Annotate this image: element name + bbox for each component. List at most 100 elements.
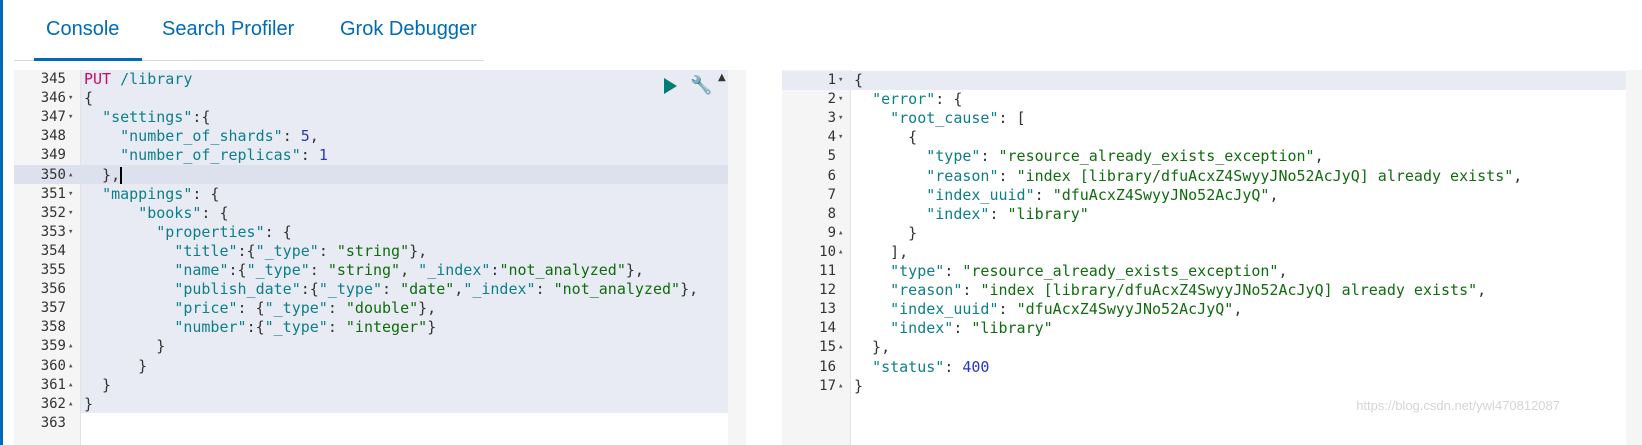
text-cursor (120, 166, 123, 184)
fold-open-icon[interactable]: ▾ (838, 109, 843, 128)
fold-open-icon[interactable]: ▾ (68, 223, 73, 242)
code-text: "root_cause": [ (890, 109, 1026, 128)
line-number: 345 (40, 71, 66, 87)
tab-grok-debugger[interactable]: Grok Debugger (340, 18, 477, 58)
code-text: } (84, 356, 148, 375)
code-text: "books": { (138, 203, 229, 222)
code-text: } (84, 394, 94, 413)
fold-close-icon[interactable]: ▴ (68, 357, 73, 376)
code-text: "index": "library" (890, 319, 1053, 338)
fold-close-icon[interactable]: ▴ (838, 243, 843, 262)
fold-close-icon[interactable]: ▴ (68, 166, 73, 185)
line-number: 9 (827, 224, 836, 241)
fold-open-icon[interactable]: ▾ (838, 128, 843, 147)
pane-resizer[interactable] (728, 70, 746, 445)
wrench-icon[interactable]: 🔧 (690, 75, 712, 96)
code-text: { (84, 89, 94, 108)
code-text: "type": "resource_already_exists_excepti… (926, 147, 1324, 166)
line-number: 350 (40, 166, 66, 183)
line-number: 13 (819, 301, 836, 318)
code-text: } (84, 375, 112, 394)
code-text: "index_uuid": "dfuAcxZ4SwyyJNo52AcJyQ", (926, 185, 1279, 204)
line-number: 3 (827, 110, 836, 127)
code-text: { (854, 128, 918, 147)
tab-search-profiler[interactable]: Search Profiler (162, 18, 294, 58)
line-number: 358 (40, 319, 66, 336)
line-number: 361 (40, 376, 66, 393)
line-number: 2 (827, 91, 836, 108)
fold-close-icon[interactable]: ▴ (68, 395, 73, 414)
line-number: 4 (827, 129, 836, 146)
code-text: { (854, 71, 864, 89)
request-active-line (14, 165, 739, 184)
play-icon[interactable] (664, 78, 677, 94)
code-text: "number_of_shards": 5, (120, 127, 319, 146)
fold-close-icon[interactable]: ▴ (838, 338, 843, 357)
line-number: 349 (40, 147, 66, 164)
code-text: "publish_date":{"_type": "date","_index"… (174, 280, 699, 299)
code-text: "settings":{ (102, 108, 211, 127)
fold-close-icon[interactable]: ▴ (838, 224, 843, 243)
code-text: "index_uuid": "dfuAcxZ4SwyyJNo52AcJyQ", (890, 300, 1243, 319)
code-text: "status": 400 (872, 357, 990, 376)
code-text: ], (854, 242, 909, 261)
line-number: 356 (40, 281, 66, 298)
line-number: 1 (827, 72, 836, 88)
line-number: 351 (40, 185, 66, 202)
line-number: 363 (40, 414, 66, 431)
line-number: 346 (40, 90, 66, 107)
line-number: 7 (827, 186, 836, 203)
fold-open-icon[interactable]: ▾ (68, 185, 73, 204)
line-number: 362 (40, 395, 66, 412)
line-number: 6 (827, 167, 836, 184)
line-number: 5 (827, 148, 836, 165)
tab-console[interactable]: Console (34, 18, 142, 61)
response-viewer[interactable]: 1 ▾{2 ▾ "error": {3 ▾ "root_cause": [4 ▾ {5 … (782, 70, 1642, 445)
code-text: "number":{"_type": "integer"} (174, 318, 437, 337)
line-number: 16 (819, 358, 836, 375)
response-scrollbar[interactable] (1626, 70, 1642, 445)
code-text: "price": {"_type": "double"}, (174, 299, 437, 318)
response-active-line (782, 71, 1642, 90)
fold-open-icon[interactable]: ▾ (838, 71, 843, 90)
code-text: "mappings": { (102, 184, 220, 203)
line-number: 354 (40, 242, 66, 259)
dev-tools-tabs: Console Search Profiler Grok Debugger (14, 0, 484, 61)
code-text: }, (84, 165, 123, 184)
line-number: 355 (40, 262, 66, 278)
line-number: 17 (819, 377, 836, 394)
fold-open-icon[interactable]: ▾ (838, 90, 843, 109)
line-number: 8 (827, 205, 836, 222)
line-number: 347 (40, 109, 66, 126)
scroll-up-icon[interactable]: ▲ (718, 72, 726, 83)
code-text: "title":{"_type": "string"}, (174, 241, 428, 260)
code-text: "properties": { (156, 222, 292, 241)
code-text: "name":{"_type": "string", "_index":"not… (174, 261, 644, 279)
fold-open-icon[interactable]: ▾ (68, 108, 73, 127)
request-editor[interactable]: 345 PUT /library 346 ▾{347 ▾ "settings":{348… (14, 70, 752, 445)
line-number: 352 (40, 204, 66, 221)
code-text: } (854, 376, 864, 395)
line-number: 353 (40, 223, 66, 240)
code-text: PUT /library (84, 70, 193, 88)
code-text: "type": "resource_already_exists_excepti… (890, 262, 1288, 280)
line-number: 348 (40, 128, 66, 145)
fold-open-icon[interactable]: ▾ (68, 89, 73, 108)
code-text: "number_of_replicas": 1 (120, 146, 328, 165)
line-number: 10 (819, 243, 836, 260)
fold-close-icon[interactable]: ▴ (68, 337, 73, 356)
line-number: 14 (819, 320, 836, 337)
code-text: "error": { (872, 90, 963, 109)
code-text: } (854, 223, 918, 242)
fold-close-icon[interactable]: ▴ (68, 376, 73, 395)
watermark: https://blog.csdn.net/ywl470812087 (1356, 398, 1560, 413)
line-number: 12 (819, 282, 836, 299)
line-number: 360 (40, 357, 66, 374)
line-number: 357 (40, 300, 66, 317)
code-text: }, (854, 338, 891, 357)
fold-close-icon[interactable]: ▴ (838, 377, 843, 396)
app-accent-bar (0, 0, 3, 445)
code-text: "reason": "index [library/dfuAcxZ4SwyyJN… (890, 281, 1487, 300)
line-number: 15 (819, 339, 836, 356)
fold-open-icon[interactable]: ▾ (68, 204, 73, 223)
